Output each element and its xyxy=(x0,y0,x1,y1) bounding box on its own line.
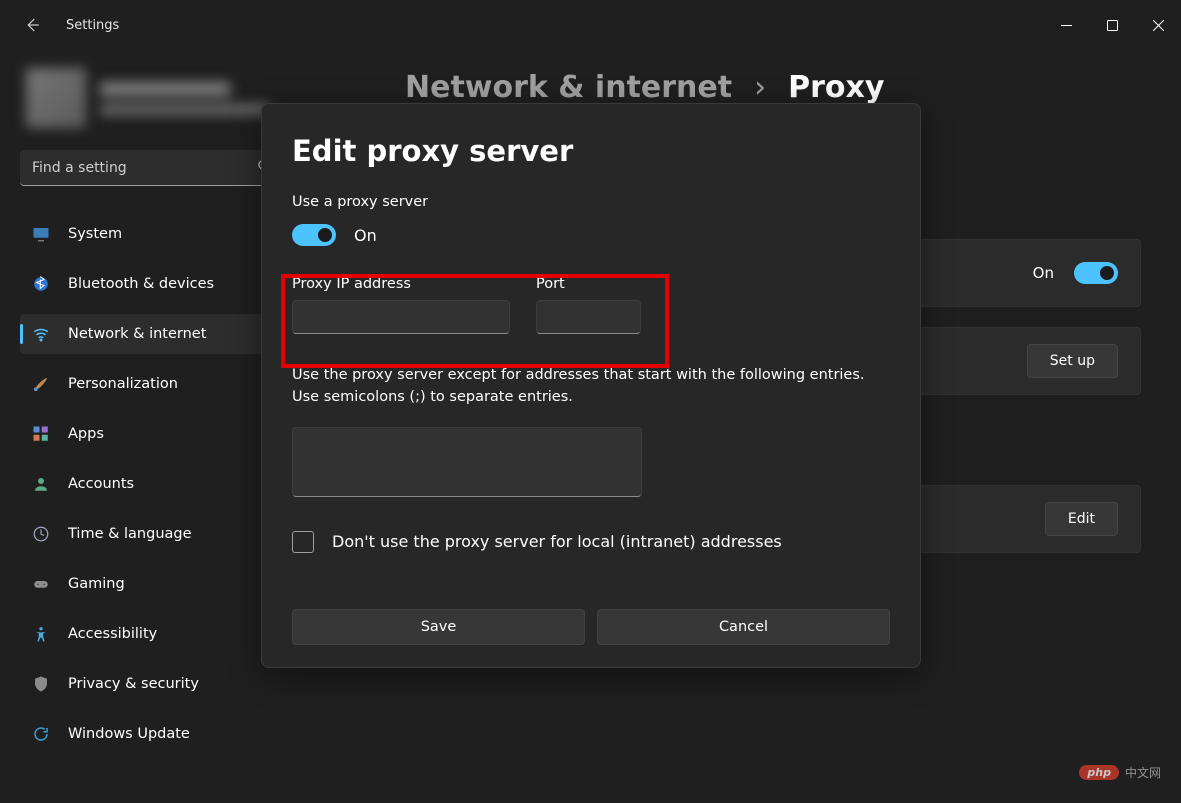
edit-proxy-dialog: Edit proxy server Use a proxy server On … xyxy=(261,103,921,668)
close-button[interactable] xyxy=(1135,5,1181,45)
watermark-pill: php xyxy=(1079,765,1119,780)
chevron-right-icon: › xyxy=(754,70,766,105)
proxy-port-field: Port xyxy=(536,276,641,334)
monitor-icon xyxy=(32,225,50,243)
sidebar-item-accounts[interactable]: Accounts xyxy=(20,464,300,504)
sidebar-item-label: System xyxy=(68,226,122,242)
sidebar-item-label: Apps xyxy=(68,426,104,442)
update-icon xyxy=(32,725,50,743)
local-addresses-label: Don't use the proxy server for local (in… xyxy=(332,532,782,551)
sidebar: System Bluetooth & devices Network & int… xyxy=(0,50,300,803)
gamepad-icon xyxy=(32,575,50,593)
window-title: Settings xyxy=(66,18,119,33)
local-addresses-checkbox[interactable] xyxy=(292,531,314,553)
setup-button[interactable]: Set up xyxy=(1027,344,1118,378)
sidebar-item-label: Gaming xyxy=(68,576,125,592)
wifi-icon xyxy=(32,325,50,343)
watermark: php 中文网 xyxy=(1079,764,1161,781)
sidebar-item-label: Accounts xyxy=(68,476,134,492)
profile-block[interactable] xyxy=(26,68,300,128)
sidebar-item-label: Privacy & security xyxy=(68,676,199,692)
sidebar-item-apps[interactable]: Apps xyxy=(20,414,300,454)
cancel-button[interactable]: Cancel xyxy=(597,609,890,645)
sidebar-item-gaming[interactable]: Gaming xyxy=(20,564,300,604)
save-button[interactable]: Save xyxy=(292,609,585,645)
watermark-text: 中文网 xyxy=(1125,764,1161,781)
sidebar-item-windows-update[interactable]: Windows Update xyxy=(20,714,300,754)
back-arrow-icon[interactable] xyxy=(22,15,42,35)
search-container xyxy=(20,150,282,186)
nav-list: System Bluetooth & devices Network & int… xyxy=(20,214,300,754)
toggle-state-text: On xyxy=(354,226,377,245)
sidebar-item-time-language[interactable]: Time & language xyxy=(20,514,300,554)
exceptions-textarea[interactable] xyxy=(292,427,642,497)
accessibility-icon xyxy=(32,625,50,643)
sidebar-item-bluetooth[interactable]: Bluetooth & devices xyxy=(20,264,300,304)
sidebar-item-network[interactable]: Network & internet xyxy=(20,314,300,354)
sidebar-item-privacy[interactable]: Privacy & security xyxy=(20,664,300,704)
proxy-ip-label: Proxy IP address xyxy=(292,276,510,292)
sidebar-item-label: Personalization xyxy=(68,376,178,392)
sidebar-item-accessibility[interactable]: Accessibility xyxy=(20,614,300,654)
breadcrumb-current: Proxy xyxy=(788,70,884,105)
use-proxy-label: Use a proxy server xyxy=(292,194,890,210)
person-icon xyxy=(32,475,50,493)
clock-globe-icon xyxy=(32,525,50,543)
title-bar-left: Settings xyxy=(0,15,119,35)
edit-button[interactable]: Edit xyxy=(1045,502,1118,536)
auto-detect-toggle[interactable] xyxy=(1074,262,1118,284)
breadcrumb-parent[interactable]: Network & internet xyxy=(405,70,732,105)
maximize-button[interactable] xyxy=(1089,5,1135,45)
proxy-port-input[interactable] xyxy=(536,300,641,334)
sidebar-item-label: Time & language xyxy=(68,526,192,542)
dialog-title: Edit proxy server xyxy=(292,134,890,168)
proxy-ip-input[interactable] xyxy=(292,300,510,334)
exceptions-text: Use the proxy server except for addresse… xyxy=(292,364,890,409)
title-bar: Settings xyxy=(0,0,1181,50)
proxy-port-label: Port xyxy=(536,276,641,292)
toggle-state-label: On xyxy=(1033,264,1054,282)
sidebar-item-label: Windows Update xyxy=(68,726,190,742)
proxy-ip-field: Proxy IP address xyxy=(292,276,510,334)
profile-text xyxy=(100,82,270,115)
minimize-button[interactable] xyxy=(1043,5,1089,45)
search-input[interactable] xyxy=(20,150,282,186)
sidebar-item-label: Bluetooth & devices xyxy=(68,276,214,292)
use-proxy-toggle[interactable] xyxy=(292,224,336,246)
brush-icon xyxy=(32,375,50,393)
window-controls xyxy=(1043,5,1181,45)
sidebar-item-label: Network & internet xyxy=(68,326,206,342)
bluetooth-icon xyxy=(32,275,50,293)
shield-icon xyxy=(32,675,50,693)
sidebar-item-label: Accessibility xyxy=(68,626,157,642)
sidebar-item-system[interactable]: System xyxy=(20,214,300,254)
avatar xyxy=(26,68,86,128)
sidebar-item-personalization[interactable]: Personalization xyxy=(20,364,300,404)
breadcrumb: Network & internet › Proxy xyxy=(405,70,1141,105)
apps-icon xyxy=(32,425,50,443)
